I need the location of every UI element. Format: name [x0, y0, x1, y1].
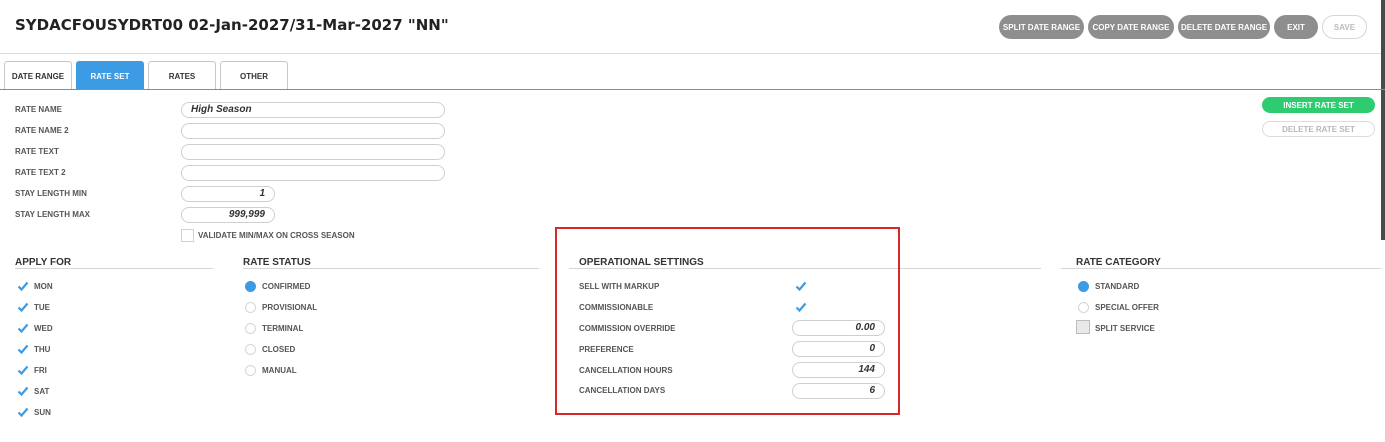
- tue-label: TUE: [34, 303, 50, 312]
- validate-cross-season-label: VALIDATE MIN/MAX ON CROSS SEASON: [198, 231, 355, 240]
- page-title: SYDACFOUSYDRT00 02-Jan-2027/31-Mar-2027 …: [15, 16, 449, 34]
- apply-for-divider: [15, 268, 213, 269]
- stay-length-max-label: STAY LENGTH MAX: [15, 210, 90, 219]
- stay-length-min-label: STAY LENGTH MIN: [15, 189, 87, 198]
- insert-rate-set-button[interactable]: INSERT RATE SET: [1262, 97, 1375, 113]
- rate-text-label: RATE TEXT: [15, 147, 59, 156]
- thu-checkbox[interactable]: [17, 343, 29, 355]
- rate-category-divider: [1061, 268, 1381, 269]
- rate-text-input[interactable]: [181, 144, 445, 160]
- rate-text-2-input[interactable]: [181, 165, 445, 181]
- save-button[interactable]: SAVE: [1322, 15, 1367, 39]
- closed-radio[interactable]: [245, 344, 256, 355]
- apply-for-title: APPLY FOR: [15, 257, 72, 268]
- sun-label: SUN: [34, 408, 51, 417]
- header: SYDACFOUSYDRT00 02-Jan-2027/31-Mar-2027 …: [0, 0, 1385, 54]
- sun-checkbox[interactable]: [17, 406, 29, 418]
- standard-label: STANDARD: [1095, 282, 1140, 291]
- tabs-divider: [0, 89, 1385, 90]
- closed-label: CLOSED: [262, 345, 296, 354]
- window-edge: [1381, 0, 1385, 240]
- rate-category-title: RATE CATEGORY: [1076, 257, 1161, 268]
- sat-checkbox[interactable]: [17, 385, 29, 397]
- wed-label: WED: [34, 324, 53, 333]
- wed-checkbox[interactable]: [17, 322, 29, 334]
- tab-date-range[interactable]: DATE RANGE: [4, 61, 72, 90]
- validate-cross-season-checkbox[interactable]: [181, 229, 194, 242]
- confirmed-label: CONFIRMED: [262, 282, 311, 291]
- mon-checkbox[interactable]: [17, 280, 29, 292]
- tab-rate-set[interactable]: RATE SET: [76, 61, 144, 90]
- split-service-checkbox[interactable]: [1076, 320, 1090, 334]
- rate-name-2-label: RATE NAME 2: [15, 126, 69, 135]
- standard-radio[interactable]: [1078, 281, 1089, 292]
- thu-label: THU: [34, 345, 51, 354]
- confirmed-radio[interactable]: [245, 281, 256, 292]
- split-date-range-button[interactable]: SPLIT DATE RANGE: [999, 15, 1084, 39]
- split-service-label: SPLIT SERVICE: [1095, 324, 1155, 333]
- mon-label: MON: [34, 282, 53, 291]
- copy-date-range-button[interactable]: COPY DATE RANGE: [1088, 15, 1174, 39]
- rate-text-2-label: RATE TEXT 2: [15, 168, 66, 177]
- fri-checkbox[interactable]: [17, 364, 29, 376]
- stay-length-max-input[interactable]: 999,999: [181, 207, 275, 223]
- fri-label: FRI: [34, 366, 47, 375]
- delete-date-range-button[interactable]: DELETE DATE RANGE: [1178, 15, 1270, 39]
- manual-radio[interactable]: [245, 365, 256, 376]
- special-offer-radio[interactable]: [1078, 302, 1089, 313]
- manual-label: MANUAL: [262, 366, 297, 375]
- provisional-radio[interactable]: [245, 302, 256, 313]
- rate-status-divider: [243, 268, 539, 269]
- tab-rates[interactable]: RATES: [148, 61, 216, 90]
- terminal-radio[interactable]: [245, 323, 256, 334]
- sat-label: SAT: [34, 387, 50, 396]
- special-offer-label: SPECIAL OFFER: [1095, 303, 1159, 312]
- tab-other[interactable]: OTHER: [220, 61, 288, 90]
- exit-button[interactable]: EXIT: [1274, 15, 1318, 39]
- terminal-label: TERMINAL: [262, 324, 304, 333]
- rate-name-2-input[interactable]: [181, 123, 445, 139]
- rate-status-title: RATE STATUS: [243, 257, 311, 268]
- rate-name-label: RATE NAME: [15, 105, 62, 114]
- tue-checkbox[interactable]: [17, 301, 29, 313]
- rate-name-input[interactable]: High Season: [181, 102, 445, 118]
- provisional-label: PROVISIONAL: [262, 303, 318, 312]
- delete-rate-set-button[interactable]: DELETE RATE SET: [1262, 121, 1375, 137]
- stay-length-min-input[interactable]: 1: [181, 186, 275, 202]
- highlight-box: [555, 227, 900, 415]
